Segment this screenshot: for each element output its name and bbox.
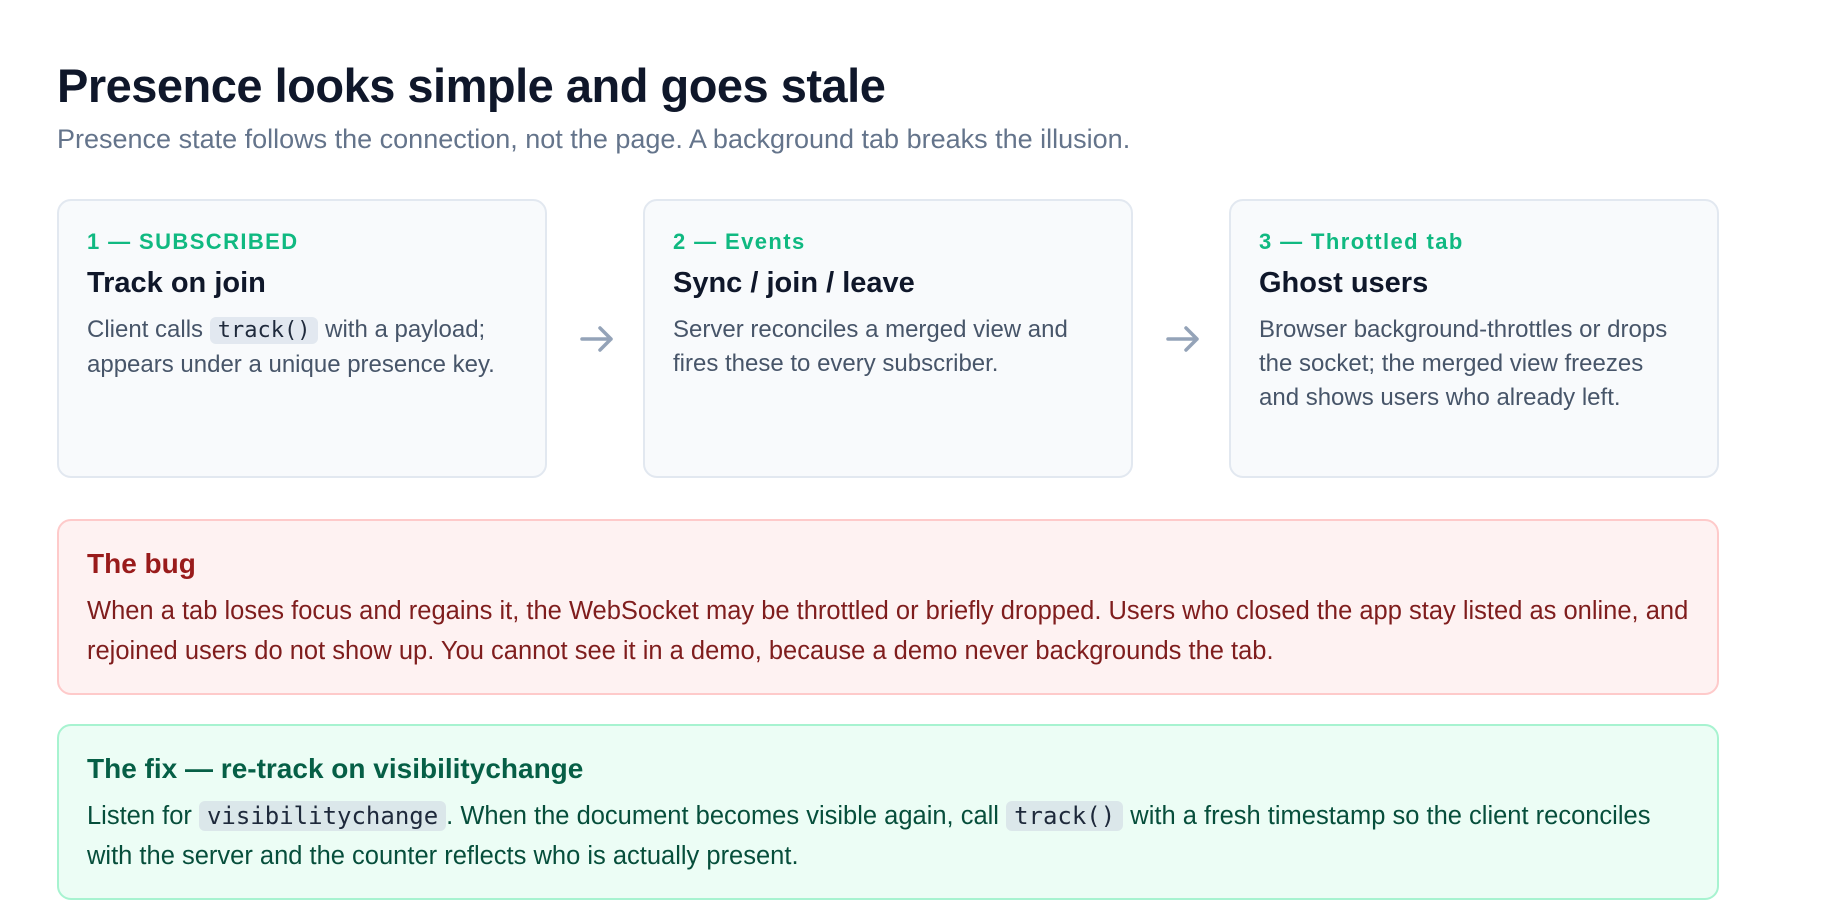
page-title: Presence looks simple and goes stale [57,59,886,112]
steps-flow: 1 — SUBSCRIBED Track on join Client call… [57,199,1719,478]
arrow-right-icon [1163,319,1203,359]
step-body: Browser background-throttles or drops th… [1259,316,1668,411]
code-track: track() [209,317,319,344]
step-title: Track on join [87,267,266,299]
fix-body-text: . When the document becomes visible agai… [446,802,1007,830]
fix-title: The fix — re-track on visibilitychange [87,753,584,784]
page: Presence looks simple and goes stale Pre… [0,0,1840,908]
fix-body: Listen for visibilitychange. When the do… [87,796,1689,876]
step-body: Client calls track() with a payload; app… [87,313,517,382]
step-kicker: 2 — Events [673,229,806,254]
step-card-subscribed: 1 — SUBSCRIBED Track on join Client call… [57,199,547,478]
page-subtitle: Presence state follows the connection, n… [57,124,1131,154]
step-body: Server reconciles a merged view and fire… [673,316,1068,377]
code-visibilitychange: visibilitychange [198,801,447,831]
step-kicker: 1 — SUBSCRIBED [87,229,299,254]
step-card-throttled-tab: 3 — Throttled tab Ghost users Browser ba… [1229,199,1719,478]
fix-body-text: Listen for [87,802,199,830]
fix-callout: The fix — re-track on visibilitychange L… [57,724,1719,900]
step-title: Sync / join / leave [673,267,915,299]
code-track: track() [1006,801,1124,831]
step-card-events: 2 — Events Sync / join / leave Server re… [643,199,1133,478]
step-body-text: Client calls [87,316,210,343]
step-kicker: 3 — Throttled tab [1259,229,1464,254]
step-title: Ghost users [1259,267,1429,299]
bug-title: The bug [87,548,196,579]
arrow-right-icon [577,319,617,359]
bug-body: When a tab loses focus and regains it, t… [87,597,1689,665]
bug-callout: The bug When a tab loses focus and regai… [57,519,1719,695]
